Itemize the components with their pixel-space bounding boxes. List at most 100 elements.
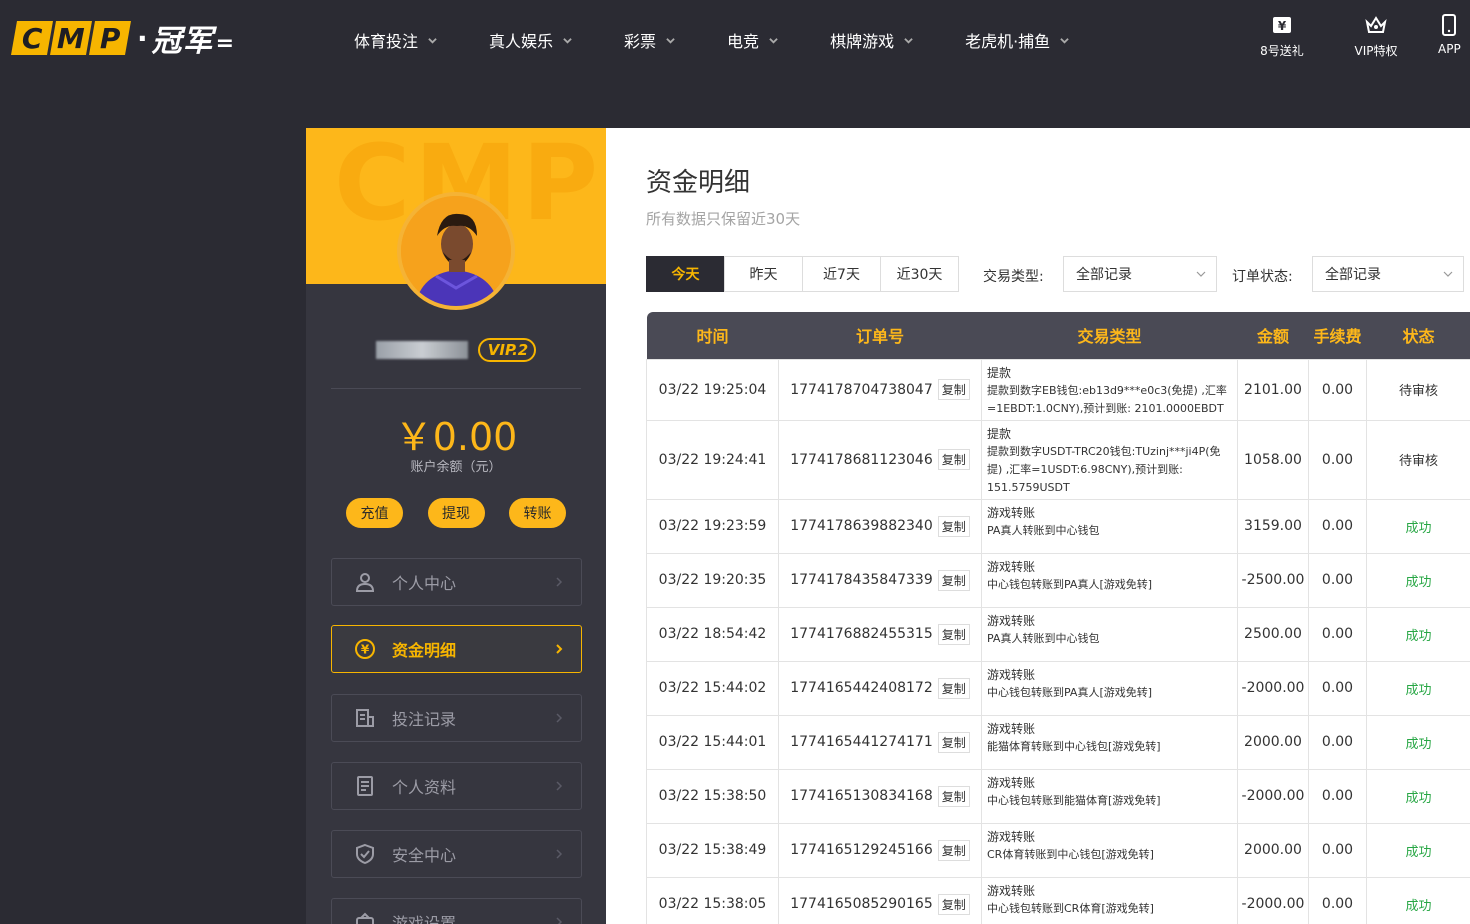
transaction-description: 中心钱包转账到CR体育[游戏免转] [987, 901, 1154, 915]
logo-letter: P [99, 21, 121, 55]
logo-dash: = [215, 30, 235, 56]
table-row: 03/22 18:54:42 1774176882455315 复制 游戏转账 PA真人… [646, 606, 1470, 662]
nav-item-sports[interactable]: 体育投注 [354, 28, 437, 52]
order-number: 1774178681123046 [790, 451, 933, 468]
top-header: C M P · 冠军 = 体育投注 真人娱乐 彩票 电竞 棋牌游戏 老虎机·捕鱼 [0, 0, 1470, 80]
copy-button[interactable]: 复制 [937, 623, 970, 645]
row-type-cell: 提款 提款到数字EB钱包:eb13d9***e0c3(免提) ,汇率=1EBDT:… [981, 358, 1238, 421]
withdraw-button[interactable]: 提现 [427, 498, 485, 528]
order-number: 1774165085290165 [790, 896, 933, 912]
app-download-link[interactable]: APP [1438, 14, 1470, 59]
table-row: 03/22 19:25:04 1774178704738047 复制 提款 提款到数字E… [646, 358, 1470, 421]
sidebar-item-label: 投注记录 [392, 710, 457, 729]
row-amount: -2000.00 [1237, 768, 1309, 824]
vip-level-badge[interactable]: VIP.2 [477, 338, 537, 362]
phone-icon [1442, 14, 1456, 36]
copy-button[interactable]: 复制 [937, 515, 970, 537]
column-header-order: 订单号 [855, 327, 904, 347]
avatar[interactable] [397, 192, 515, 310]
bet-record-icon [356, 709, 374, 727]
logo-dot: · [137, 21, 148, 55]
transaction-type-select[interactable]: 全部记录 [1063, 256, 1217, 292]
profile-doc-icon [357, 776, 373, 796]
deposit-button[interactable]: 充值 [346, 498, 403, 528]
copy-button[interactable]: 复制 [937, 569, 970, 591]
chevron-down-icon [666, 37, 675, 44]
sidebar-item-label: 个人资料 [392, 778, 457, 797]
sidebar-item-security[interactable]: 安全中心 [331, 830, 582, 878]
sidebar-item-fund-details[interactable]: ¥ 资金明细 [331, 625, 582, 673]
sidebar-item-game-settings[interactable]: 游戏设置 [331, 898, 582, 924]
logo-cn-text: 冠军 [151, 24, 214, 59]
table-row: 03/22 15:38:50 1774165130834168 复制 游戏转账 中心钱包… [646, 768, 1470, 824]
row-time: 03/22 19:25:04 [646, 358, 779, 421]
svg-text:¥: ¥ [1278, 19, 1287, 33]
order-wrap: 1774176882455315 复制 [779, 623, 981, 645]
sidebar-item-profile[interactable]: 个人资料 [331, 762, 582, 810]
row-order-cell: 1774165441274171 复制 [778, 714, 982, 770]
nav-item-esports[interactable]: 电竞 [727, 28, 778, 52]
order-number: 1774165130834168 [790, 788, 933, 804]
row-amount: 2000.00 [1237, 822, 1309, 878]
order-wrap: 1774178435847339 复制 [779, 569, 981, 591]
status-badge: 成功 [1405, 574, 1432, 590]
tab-last-7-days[interactable]: 近7天 [802, 256, 881, 292]
transaction-description: 提款到数字USDT-TRC20钱包:TUzinj***ji4P(免提) ,汇率=… [987, 444, 1221, 494]
site-logo[interactable]: C M P · 冠军 = [11, 20, 235, 59]
account-sidebar: CMP VIP.2 ￥0.00 账户余额（元） 充值 提现 转账 个人中心 ¥ … [306, 128, 606, 924]
copy-button[interactable]: 复制 [937, 449, 970, 470]
row-fee: 0.00 [1308, 498, 1367, 554]
sidebar-item-label: 资金明细 [392, 641, 457, 660]
copy-button[interactable]: 复制 [937, 731, 970, 753]
chevron-right-icon [556, 781, 563, 791]
copy-button[interactable]: 复制 [937, 785, 970, 807]
tab-today[interactable]: 今天 [646, 256, 725, 292]
sidebar-item-personal-center[interactable]: 个人中心 [331, 558, 582, 606]
order-wrap: 1774178639882340 复制 [779, 515, 981, 537]
table-row: 03/22 15:44:02 1774165442408172 复制 游戏转账 中心钱包… [646, 660, 1470, 716]
row-time: 03/22 15:38:50 [646, 768, 779, 824]
ticket-icon: ¥ [1273, 17, 1291, 33]
nav-item-live-casino[interactable]: 真人娱乐 [489, 28, 572, 52]
row-fee: 0.00 [1308, 768, 1367, 824]
copy-button[interactable]: 复制 [937, 677, 970, 699]
copy-button[interactable]: 复制 [937, 379, 970, 400]
gift-8-link[interactable]: ¥ 8号送礼 [1260, 14, 1304, 59]
order-number: 1774165129245166 [790, 842, 933, 858]
nav-label: 体育投注 [354, 32, 419, 51]
sidebar-item-bet-records[interactable]: 投注记录 [331, 694, 582, 742]
row-status-cell: 成功 [1366, 714, 1470, 770]
order-wrap: 1774165085290165 复制 [779, 893, 981, 915]
row-status-cell: 成功 [1366, 768, 1470, 824]
copy-button[interactable]: 复制 [937, 839, 970, 861]
tab-last-30-days[interactable]: 近30天 [880, 256, 959, 292]
row-time: 03/22 18:54:42 [646, 606, 779, 662]
row-time: 03/22 15:38:05 [646, 876, 779, 924]
column-header-time: 时间 [696, 327, 729, 347]
nav-item-card-games[interactable]: 棋牌游戏 [830, 28, 913, 52]
status-badge: 成功 [1405, 790, 1432, 806]
nav-label: 棋牌游戏 [830, 32, 895, 51]
balance-label: 账户余额（元） [410, 460, 502, 475]
nav-item-slots-fishing[interactable]: 老虎机·捕鱼 [965, 28, 1069, 52]
order-status-select[interactable]: 全部记录 [1312, 256, 1464, 292]
transaction-type: 游戏转账 [987, 721, 1036, 736]
logo-letter-box: P [89, 21, 131, 55]
header-shortcuts: ¥ 8号送礼 VIP特权 APP [1210, 14, 1470, 59]
chevron-down-icon [1196, 271, 1206, 277]
row-time: 03/22 15:44:02 [646, 660, 779, 716]
copy-button[interactable]: 复制 [937, 893, 970, 915]
row-amount: 2101.00 [1237, 358, 1309, 421]
nav-item-lottery[interactable]: 彩票 [624, 28, 675, 52]
transfer-button[interactable]: 转账 [509, 498, 566, 528]
table-row: 03/22 15:44:01 1774165441274171 复制 游戏转账 能猫体育… [646, 714, 1470, 770]
column-header-type: 交易类型 [1077, 327, 1142, 347]
tab-yesterday[interactable]: 昨天 [724, 256, 803, 292]
vip-privilege-link[interactable]: VIP特权 [1354, 14, 1398, 59]
order-number: 1774165441274171 [790, 734, 933, 750]
date-range-tabs: 今天 昨天 近7天 近30天 [646, 256, 959, 292]
order-wrap: 1774178681123046 复制 [779, 449, 981, 470]
status-badge: 成功 [1405, 520, 1432, 536]
transaction-type-label: 交易类型: [983, 269, 1044, 285]
transaction-type: 提款 [987, 426, 1012, 441]
